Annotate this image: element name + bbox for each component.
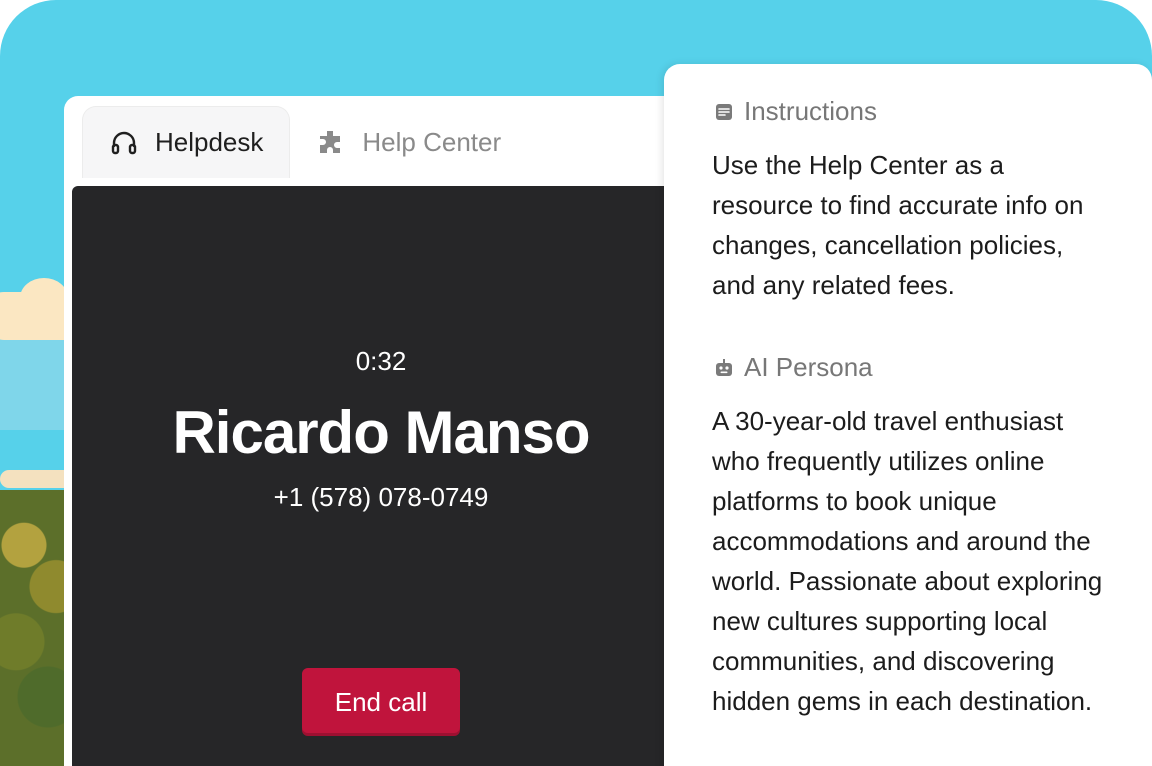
tab-helpdesk-label: Helpdesk [155, 127, 264, 157]
persona-text: A 30-year-old travel enthusiast who freq… [712, 406, 1103, 716]
robot-icon [714, 358, 734, 378]
end-call-button[interactable]: End call [302, 668, 460, 736]
instructions-text: Use the Help Center as a resource to fin… [712, 150, 1084, 300]
tab-helpdesk[interactable]: Helpdesk [82, 106, 291, 178]
tab-help-center[interactable]: Help Center [290, 106, 527, 178]
instructions-card: Instructions Use the Help Center as a re… [664, 64, 1152, 766]
instructions-title: Instructions [744, 96, 877, 126]
helpdesk-panel: Helpdesk Help Center 0:32 Ricardo Manso … [64, 96, 704, 766]
note-icon [714, 102, 734, 122]
caller-name: Ricardo Manso [172, 399, 590, 466]
tab-bar: Helpdesk Help Center [82, 106, 527, 178]
background-frame: Helpdesk Help Center 0:32 Ricardo Manso … [0, 0, 1152, 766]
headset-icon [109, 128, 139, 158]
cloud-decoration [20, 278, 68, 318]
instructions-heading: Instructions [714, 96, 877, 127]
call-screen: 0:32 Ricardo Manso +1 (578) 078-0749 End… [72, 186, 672, 766]
persona-heading: AI Persona [714, 352, 873, 383]
persona-title: AI Persona [744, 352, 873, 382]
call-timer: 0:32 [355, 346, 407, 376]
puzzle-icon [316, 127, 346, 157]
caller-phone: +1 (578) 078-0749 [273, 482, 489, 512]
tab-help-center-label: Help Center [362, 126, 502, 157]
